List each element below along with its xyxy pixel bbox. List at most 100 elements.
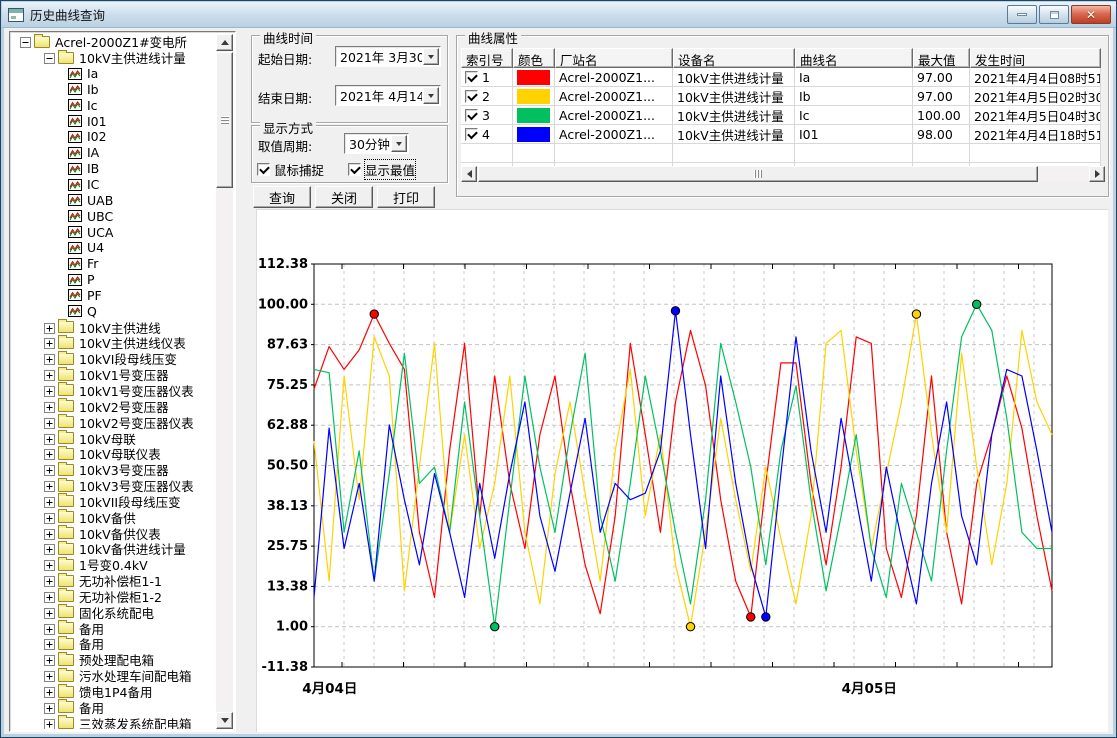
- station-cell: Acrel-2000Z1...: [555, 106, 673, 125]
- row-checkbox[interactable]: [465, 128, 478, 141]
- mouse-capture-checkbox[interactable]: 鼠标捕捉: [257, 160, 324, 179]
- tree-item[interactable]: IC: [12, 177, 216, 193]
- print-button[interactable]: 打印: [377, 186, 435, 208]
- tree-item[interactable]: P: [12, 272, 216, 288]
- tree-scrollbar[interactable]: [216, 34, 233, 729]
- expand-icon[interactable]: [44, 496, 55, 507]
- expand-icon[interactable]: [44, 670, 55, 681]
- period-dropdown-button[interactable]: [391, 135, 407, 152]
- expand-icon[interactable]: [44, 480, 55, 491]
- scroll-left-button[interactable]: [461, 166, 477, 182]
- column-header[interactable]: 设备名: [673, 48, 795, 68]
- expand-icon[interactable]: [44, 337, 55, 348]
- close-dialog-button[interactable]: 关闭: [315, 186, 373, 208]
- titlebar[interactable]: 历史曲线查询 ✕: [2, 2, 1117, 28]
- table-row[interactable]: 3Acrel-2000Z1...10kV主供进线计量Ic100.002021年4…: [461, 106, 1105, 125]
- expand-icon[interactable]: [44, 623, 55, 634]
- collapse-icon[interactable]: [20, 36, 31, 47]
- empty-cell: [673, 144, 795, 163]
- expand-icon[interactable]: [44, 512, 55, 523]
- curve-name-cell: Ic: [795, 106, 913, 125]
- table-row[interactable]: 1Acrel-2000Z1...10kV主供进线计量Ia97.002021年4月…: [461, 68, 1105, 87]
- tree-item[interactable]: IB: [12, 161, 216, 177]
- minimize-button[interactable]: [1007, 5, 1037, 24]
- expand-icon[interactable]: [44, 543, 55, 554]
- expand-icon[interactable]: [44, 607, 55, 618]
- expand-icon[interactable]: [44, 702, 55, 713]
- table-header-row: 索引号颜色厂站名设备名曲线名最大值发生时间: [461, 48, 1105, 68]
- tree-item[interactable]: Ia: [12, 66, 216, 82]
- window-title: 历史曲线查询: [30, 5, 105, 24]
- expand-icon[interactable]: [44, 448, 55, 459]
- column-header[interactable]: 颜色: [513, 48, 555, 68]
- scroll-up-button[interactable]: [216, 34, 233, 51]
- expand-icon[interactable]: [44, 718, 55, 729]
- start-date-picker[interactable]: 2021年 3月30: [335, 46, 441, 67]
- expand-icon[interactable]: [44, 638, 55, 649]
- end-date-dropdown-button[interactable]: [423, 87, 439, 104]
- maximize-button[interactable]: [1039, 5, 1069, 24]
- checkbox-icon[interactable]: [257, 163, 270, 176]
- query-button[interactable]: 查询: [253, 186, 311, 208]
- curve-icon: [68, 305, 82, 317]
- scroll-down-button[interactable]: [216, 712, 233, 729]
- row-checkbox[interactable]: [465, 71, 478, 84]
- tree-item[interactable]: I02: [12, 129, 216, 145]
- start-date-dropdown-button[interactable]: [423, 48, 439, 65]
- expand-icon[interactable]: [44, 322, 55, 333]
- table-hscrollbar[interactable]: [461, 166, 1105, 182]
- tree-item[interactable]: IA: [12, 145, 216, 161]
- period-select[interactable]: 30分钟: [344, 133, 409, 154]
- column-header[interactable]: 厂站名: [555, 48, 673, 68]
- expand-icon[interactable]: [44, 575, 55, 586]
- table-row[interactable]: 2Acrel-2000Z1...10kV主供进线计量Ib97.002021年4月…: [461, 87, 1105, 106]
- close-button[interactable]: ✕: [1071, 5, 1111, 24]
- expand-icon[interactable]: [44, 433, 55, 444]
- expand-icon[interactable]: [44, 464, 55, 475]
- color-swatch: [517, 127, 550, 142]
- column-header[interactable]: 最大值: [913, 48, 970, 68]
- tree-item[interactable]: Fr: [12, 256, 216, 272]
- plot-border: [314, 264, 1052, 667]
- expand-icon[interactable]: [44, 385, 55, 396]
- tree-item[interactable]: 馈电1P4备用: [12, 684, 216, 700]
- tree-item[interactable]: PF: [12, 288, 216, 304]
- y-tick-label: 25.75: [267, 539, 308, 554]
- expand-icon[interactable]: [44, 401, 55, 412]
- expand-icon[interactable]: [44, 417, 55, 428]
- tree-item[interactable]: 固化系统配电: [12, 604, 216, 620]
- expand-icon[interactable]: [44, 528, 55, 539]
- row-checkbox[interactable]: [465, 109, 478, 122]
- tree-item[interactable]: 三效蒸发系统配电箱: [12, 715, 216, 729]
- table-row[interactable]: 4Acrel-2000Z1...10kV主供进线计量I0198.002021年4…: [461, 125, 1105, 144]
- column-header[interactable]: 发生时间: [970, 48, 1101, 68]
- expand-icon[interactable]: [44, 369, 55, 380]
- column-header[interactable]: 曲线名: [795, 48, 913, 68]
- tree-item[interactable]: UBC: [12, 208, 216, 224]
- expand-icon[interactable]: [44, 654, 55, 665]
- tree-item[interactable]: 10kV主供进线计量: [12, 50, 216, 66]
- column-header[interactable]: 索引号: [461, 48, 513, 68]
- folder-icon: [58, 638, 74, 650]
- tree-item[interactable]: I01: [12, 113, 216, 129]
- history-curve-chart[interactable]: 112.38100.0087.6375.2562.8850.5038.1325.…: [257, 210, 1109, 733]
- expand-icon[interactable]: [44, 559, 55, 570]
- time-cell: 2021年4月5日04时30: [970, 106, 1101, 125]
- checkbox-icon[interactable]: [348, 163, 361, 176]
- show-extremes-checkbox[interactable]: 显示最值: [348, 160, 415, 179]
- expand-icon[interactable]: [44, 353, 55, 364]
- end-date-picker[interactable]: 2021年 4月14: [335, 85, 441, 106]
- tree-item[interactable]: Ic: [12, 97, 216, 113]
- expand-icon[interactable]: [44, 686, 55, 697]
- tree-scrollbar-thumb[interactable]: [216, 52, 233, 188]
- tree-item[interactable]: U4: [12, 240, 216, 256]
- expand-icon[interactable]: [44, 591, 55, 602]
- collapse-icon[interactable]: [44, 52, 55, 63]
- table-hscrollbar-thumb[interactable]: [478, 166, 1038, 182]
- tree-item[interactable]: UAB: [12, 192, 216, 208]
- row-checkbox[interactable]: [465, 90, 478, 103]
- tree-item[interactable]: 备用: [12, 620, 216, 636]
- tree-item[interactable]: UCA: [12, 224, 216, 240]
- scroll-right-button[interactable]: [1089, 166, 1105, 182]
- tree-item[interactable]: Ib: [12, 82, 216, 98]
